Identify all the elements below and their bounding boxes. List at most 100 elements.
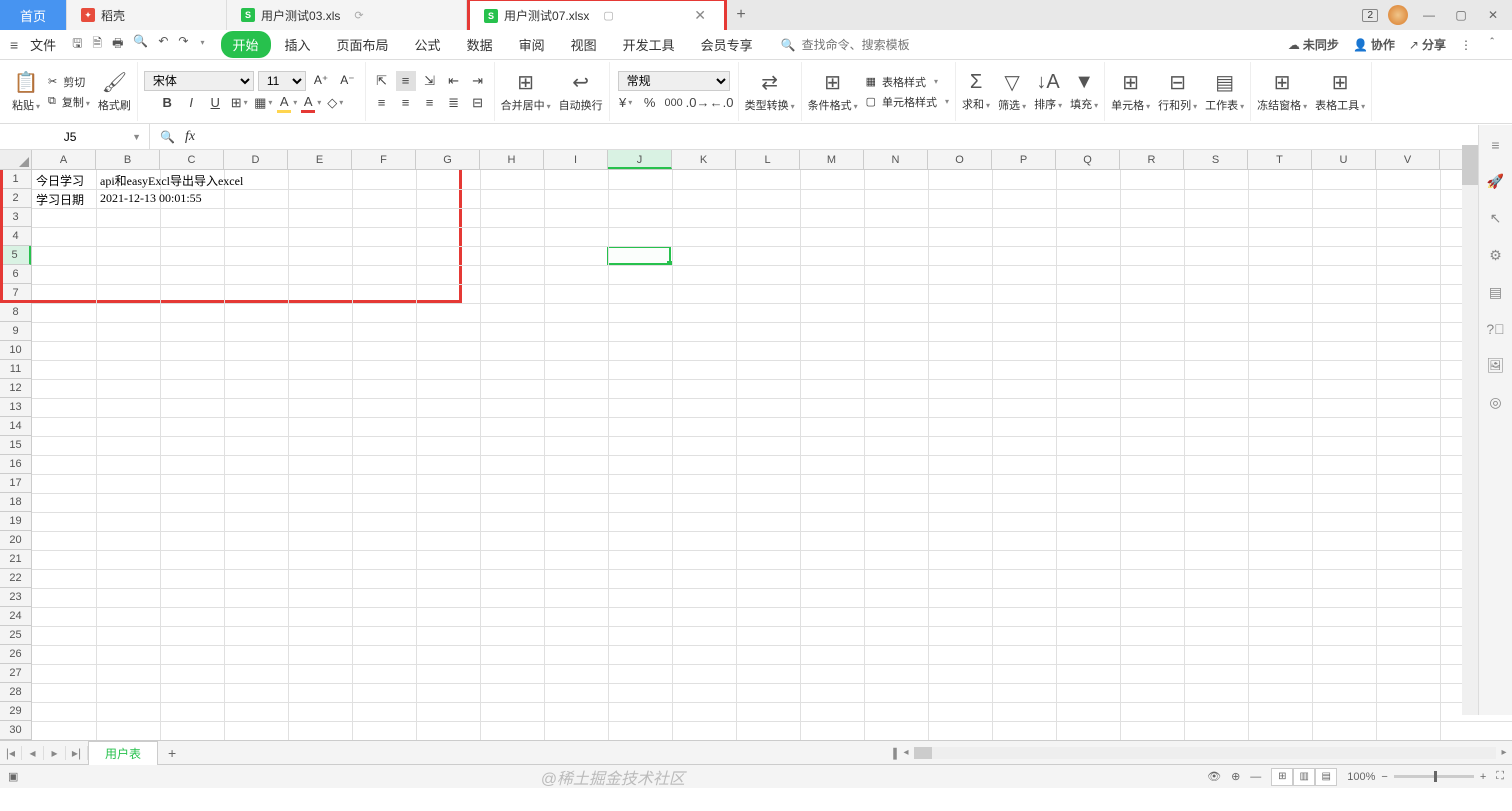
row-header-25[interactable]: 25 <box>0 626 31 645</box>
cell-button[interactable]: ⊞单元格 <box>1111 70 1150 113</box>
maximize-icon[interactable]: ▢ <box>1450 4 1472 26</box>
row-header-30[interactable]: 30 <box>0 721 31 740</box>
view-break-icon[interactable]: ▤ <box>1315 768 1337 786</box>
row-header-23[interactable]: 23 <box>0 588 31 607</box>
sheet-first-icon[interactable]: |◂ <box>0 746 22 760</box>
popout-icon[interactable]: ▢ <box>603 9 613 22</box>
currency-icon[interactable]: ¥ <box>616 93 636 113</box>
view-normal-icon[interactable]: ⊞ <box>1271 768 1293 786</box>
side-help-icon[interactable]: ?⃝ <box>1486 321 1504 337</box>
sheet-last-icon[interactable]: ▸| <box>66 746 88 760</box>
side-layout-icon[interactable]: ▤ <box>1489 284 1502 301</box>
col-header-F[interactable]: F <box>352 150 416 169</box>
close-tab-icon[interactable]: ✕ <box>690 7 710 24</box>
col-header-D[interactable]: D <box>224 150 288 169</box>
clear-fmt-button[interactable]: ◇ <box>325 93 345 113</box>
search-input[interactable] <box>802 38 942 52</box>
fx-icon[interactable]: fx <box>185 129 195 145</box>
preview-icon[interactable]: 🔍 <box>133 34 148 55</box>
fill-button[interactable]: ▼填充 <box>1070 71 1098 112</box>
tab-view[interactable]: 视图 <box>559 31 609 58</box>
freeze-button[interactable]: ⊞冻结窗格 <box>1257 70 1307 113</box>
row-header-28[interactable]: 28 <box>0 683 31 702</box>
wrap-button[interactable]: ↩自动换行 <box>559 70 603 113</box>
sheet-next-icon[interactable]: ▸ <box>44 746 66 760</box>
row-header-29[interactable]: 29 <box>0 702 31 721</box>
font-shrink-icon[interactable]: A⁻ <box>336 71 358 91</box>
row-header-6[interactable]: 6 <box>0 265 31 284</box>
side-cursor-icon[interactable]: ↖ <box>1490 210 1502 227</box>
indent-inc-icon[interactable]: ⇥ <box>468 71 488 91</box>
sort-button[interactable]: ↓A排序 <box>1034 71 1062 112</box>
tab-file2-active[interactable]: S 用户测试07.xlsx ▢ ✕ <box>467 0 727 30</box>
copy-button[interactable]: ⧉ 复制 <box>48 94 90 110</box>
align-right-icon[interactable]: ≡ <box>420 93 440 113</box>
avatar[interactable] <box>1388 5 1408 25</box>
selected-cell[interactable] <box>607 246 671 265</box>
font-size-select[interactable]: 11 <box>258 71 306 91</box>
row-header-11[interactable]: 11 <box>0 360 31 379</box>
name-box-input[interactable] <box>8 130 132 144</box>
col-header-P[interactable]: P <box>992 150 1056 169</box>
tab-home[interactable]: 首页 <box>0 0 67 30</box>
col-header-M[interactable]: M <box>800 150 864 169</box>
tab-start[interactable]: 开始 <box>221 31 271 58</box>
tab-vip[interactable]: 会员专享 <box>689 31 765 58</box>
zoom-out-icon[interactable]: − <box>1381 771 1387 783</box>
zoom-slider[interactable] <box>1394 775 1474 778</box>
side-rocket-icon[interactable]: 🚀 <box>1487 173 1504 190</box>
hscroll-left-icon[interactable]: ◂ <box>898 747 914 758</box>
sync-status[interactable]: ☁ 未同步 <box>1288 36 1339 53</box>
save-as-icon[interactable]: 🗎 <box>92 34 102 55</box>
row-header-10[interactable]: 10 <box>0 341 31 360</box>
row-header-9[interactable]: 9 <box>0 322 31 341</box>
col-header-O[interactable]: O <box>928 150 992 169</box>
cell-style-button[interactable]: ▢ 单元格样式 <box>866 94 949 110</box>
align-bot-icon[interactable]: ⇲ <box>420 71 440 91</box>
row-header-19[interactable]: 19 <box>0 512 31 531</box>
col-header-R[interactable]: R <box>1120 150 1184 169</box>
cond-format-button[interactable]: ⊞条件格式 <box>808 70 858 113</box>
row-header-15[interactable]: 15 <box>0 436 31 455</box>
row-header-4[interactable]: 4 <box>0 227 31 246</box>
cell-A1[interactable]: 今日学习 <box>34 171 86 190</box>
row-header-26[interactable]: 26 <box>0 645 31 664</box>
col-header-I[interactable]: I <box>544 150 608 169</box>
align-mid-icon[interactable]: ≡ <box>396 71 416 91</box>
share-button[interactable]: ↗ 分享 <box>1409 36 1446 53</box>
view-page-icon[interactable]: ▥ <box>1293 768 1315 786</box>
name-box-dd-icon[interactable]: ▼ <box>132 132 141 142</box>
new-tab-button[interactable]: + <box>727 6 755 24</box>
cancel-fx-icon[interactable]: 🔍 <box>160 130 175 144</box>
sheet-tab-active[interactable]: 用户表 <box>88 741 158 765</box>
align-left-icon[interactable]: ≡ <box>372 93 392 113</box>
fullscreen-icon[interactable]: ⛶ <box>1496 770 1504 783</box>
border-button[interactable]: ⊞ <box>229 93 249 113</box>
tab-file1[interactable]: S 用户测试03.xls ⟳ <box>227 0 467 30</box>
align-top-icon[interactable]: ⇱ <box>372 71 392 91</box>
print-icon[interactable]: 🖶 <box>112 34 123 55</box>
table-tools-button[interactable]: ⊞表格工具 <box>1315 70 1365 113</box>
file-menu[interactable]: 文件 <box>24 35 62 54</box>
notif-badge[interactable]: 2 <box>1362 9 1378 22</box>
worksheet-button[interactable]: ▤工作表 <box>1205 70 1244 113</box>
cut-button[interactable]: ✂ 剪切 <box>48 74 90 90</box>
indent-dec-icon[interactable]: ⇤ <box>444 71 464 91</box>
col-header-N[interactable]: N <box>864 150 928 169</box>
row-header-17[interactable]: 17 <box>0 474 31 493</box>
close-window-icon[interactable]: ✕ <box>1482 4 1504 26</box>
row-header-3[interactable]: 3 <box>0 208 31 227</box>
font-select[interactable]: 宋体 <box>144 71 254 91</box>
dec-dec-icon[interactable]: ←.0 <box>712 93 732 113</box>
font-grow-icon[interactable]: A⁺ <box>310 71 332 91</box>
col-header-V[interactable]: V <box>1376 150 1440 169</box>
col-header-B[interactable]: B <box>96 150 160 169</box>
format-painter-button[interactable]: 🖌格式刷 <box>98 70 131 113</box>
italic-button[interactable]: I <box>181 93 201 113</box>
row-header-12[interactable]: 12 <box>0 379 31 398</box>
col-header-E[interactable]: E <box>288 150 352 169</box>
grid-toggle-icon[interactable]: ⊕ <box>1231 770 1240 783</box>
col-header-K[interactable]: K <box>672 150 736 169</box>
tab-daoke[interactable]: ✦ 稻壳 <box>67 0 227 30</box>
row-header-22[interactable]: 22 <box>0 569 31 588</box>
